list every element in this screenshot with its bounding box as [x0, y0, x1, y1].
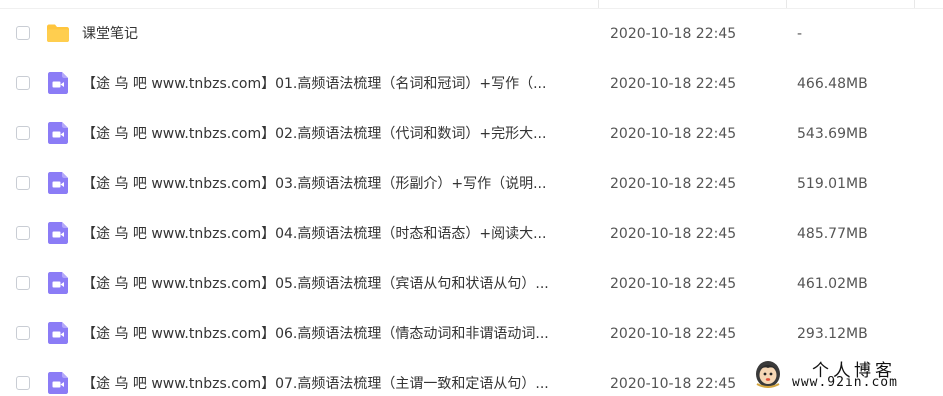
- modified-date: 2020-10-18 22:45: [610, 26, 737, 42]
- file-size: 543.69MB: [797, 126, 868, 142]
- modified-date: 2020-10-18 22:45: [610, 176, 737, 192]
- file-name[interactable]: 【途 乌 吧 www.tnbzs.com】06.高频语法梳理（情态动词和非谓语动…: [82, 324, 582, 344]
- file-row-video[interactable]: 【途 乌 吧 www.tnbzs.com】04.高频语法梳理（时态和语态）+阅读…: [0, 209, 943, 259]
- row-checkbox[interactable]: [16, 76, 30, 90]
- video-file-icon: [46, 121, 70, 145]
- file-row-folder[interactable]: 课堂笔记 2020-10-18 22:45 -: [0, 9, 943, 59]
- row-checkbox[interactable]: [16, 226, 30, 240]
- file-name[interactable]: 课堂笔记: [82, 24, 582, 44]
- modified-date: 2020-10-18 22:45: [610, 376, 737, 392]
- row-checkbox[interactable]: [16, 176, 30, 190]
- modified-date: 2020-10-18 22:45: [610, 76, 737, 92]
- video-file-icon: [46, 371, 70, 395]
- row-checkbox[interactable]: [16, 326, 30, 340]
- file-name[interactable]: 【途 乌 吧 www.tnbzs.com】02.高频语法梳理（代词和数词）+完形…: [82, 124, 582, 144]
- video-file-icon: [46, 271, 70, 295]
- file-row-video[interactable]: 【途 乌 吧 www.tnbzs.com】05.高频语法梳理（宾语从句和状语从句…: [0, 259, 943, 309]
- video-file-icon: [46, 221, 70, 245]
- file-name[interactable]: 【途 乌 吧 www.tnbzs.com】01.高频语法梳理（名词和冠词）+写作…: [82, 74, 582, 94]
- file-size: 461.02MB: [797, 276, 868, 292]
- cartoon-avatar-icon: [754, 358, 782, 388]
- watermark-url: www.92in.com: [792, 375, 898, 390]
- video-file-icon: [46, 171, 70, 195]
- file-row-video[interactable]: 【途 乌 吧 www.tnbzs.com】01.高频语法梳理（名词和冠词）+写作…: [0, 59, 943, 109]
- file-row-video[interactable]: 【途 乌 吧 www.tnbzs.com】06.高频语法梳理（情态动词和非谓语动…: [0, 309, 943, 359]
- modified-date: 2020-10-18 22:45: [610, 276, 737, 292]
- file-row-video[interactable]: 【途 乌 吧 www.tnbzs.com】02.高频语法梳理（代词和数词）+完形…: [0, 109, 943, 159]
- file-size: -: [797, 26, 803, 42]
- file-list: 课堂笔记 2020-10-18 22:45 - 【途 乌 吧 www.tnbzs…: [0, 0, 943, 396]
- row-checkbox[interactable]: [16, 276, 30, 290]
- file-name[interactable]: 【途 乌 吧 www.tnbzs.com】07.高频语法梳理（主谓一致和定语从句…: [82, 374, 582, 394]
- folder-icon: [46, 21, 70, 45]
- modified-date: 2020-10-18 22:45: [610, 226, 737, 242]
- row-checkbox[interactable]: [16, 376, 30, 390]
- file-size: 485.77MB: [797, 226, 868, 242]
- row-checkbox[interactable]: [16, 26, 30, 40]
- modified-date: 2020-10-18 22:45: [610, 326, 737, 342]
- file-size: 519.01MB: [797, 176, 868, 192]
- file-row-video[interactable]: 【途 乌 吧 www.tnbzs.com】03.高频语法梳理（形副介）+写作（说…: [0, 159, 943, 209]
- row-checkbox[interactable]: [16, 126, 30, 140]
- blog-watermark: 个人博客 www.92in.com: [750, 356, 940, 394]
- video-file-icon: [46, 321, 70, 345]
- file-name[interactable]: 【途 乌 吧 www.tnbzs.com】04.高频语法梳理（时态和语态）+阅读…: [82, 224, 582, 244]
- file-name[interactable]: 【途 乌 吧 www.tnbzs.com】03.高频语法梳理（形副介）+写作（说…: [82, 174, 582, 194]
- file-name[interactable]: 【途 乌 吧 www.tnbzs.com】05.高频语法梳理（宾语从句和状语从句…: [82, 274, 582, 294]
- video-file-icon: [46, 71, 70, 95]
- file-size: 466.48MB: [797, 76, 868, 92]
- file-size: 293.12MB: [797, 326, 868, 342]
- modified-date: 2020-10-18 22:45: [610, 126, 737, 142]
